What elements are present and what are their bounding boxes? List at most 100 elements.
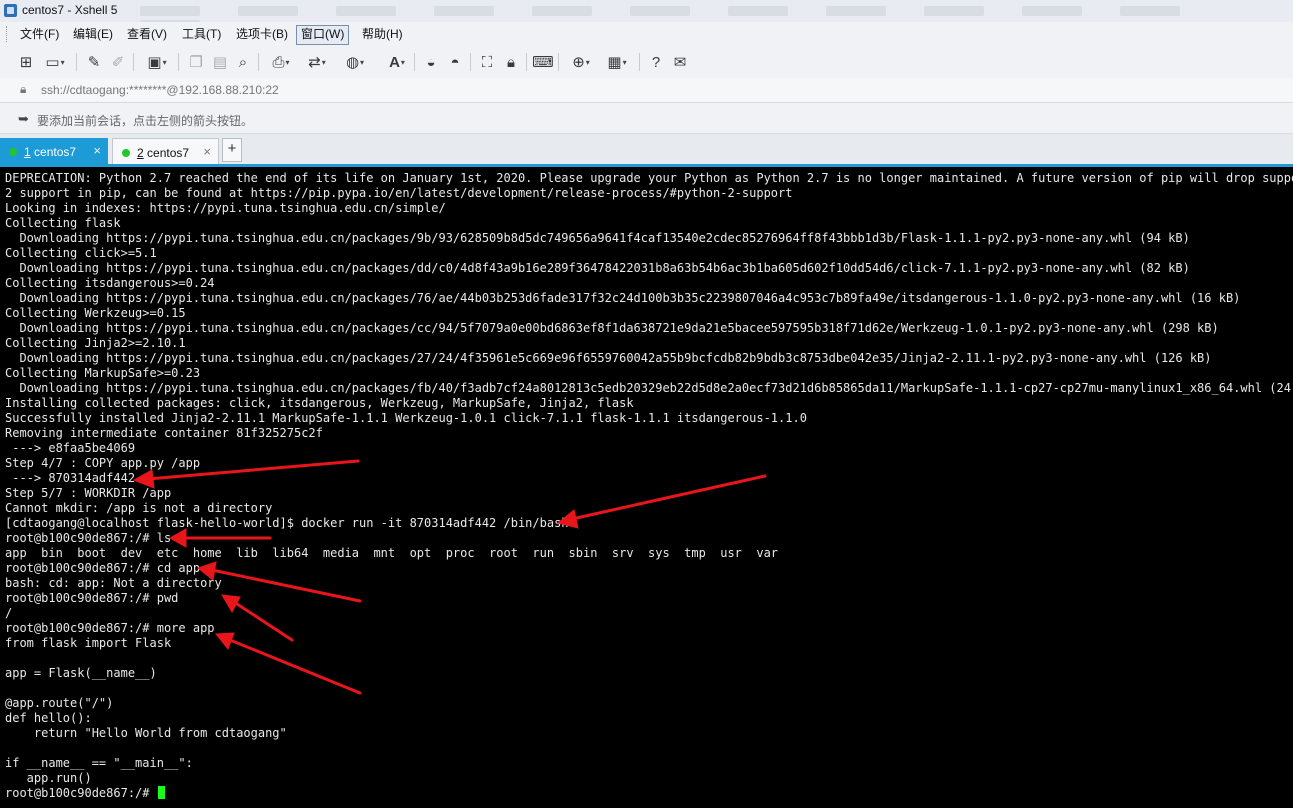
session-hint-text: 要添加当前会话，点击左侧的箭头按钮。 [37,114,254,128]
connected-status-icon [9,148,17,156]
terminal-line: app = Flask(__name__) [5,666,157,680]
terminal-line: return "Hello World from cdtaogang" [5,726,287,740]
tab-centos7-1[interactable]: 1 centos7 × [0,138,108,164]
terminal-cursor [157,786,165,799]
terminal-line: def hello(): [5,711,92,725]
reconnect-icon[interactable]: ✎ [84,52,104,72]
new-session-icon[interactable]: ⊞ [16,52,36,72]
terminal-line: Removing intermediate container 81f32527… [5,426,323,440]
menu-help[interactable]: 帮助(H) [358,25,407,43]
xshell-icon[interactable]: ◓ [445,52,465,72]
terminal-text: DEPRECATION: Python 2.7 reached the end … [5,171,1293,801]
add-tab-button[interactable]: + [222,138,242,162]
terminal-line: Collecting itsdangerous>=0.24 [5,276,215,290]
session-hint-bar: ➥ 要添加当前会话，点击左侧的箭头按钮。 [0,103,1293,134]
layout-icon[interactable]: ▦ ▾ [602,52,632,72]
tab-centos7-2[interactable]: 2 centos7 × [112,138,219,164]
find-icon[interactable]: ⌕ [233,52,253,72]
add-session-arrow-icon[interactable]: ➥ [18,111,29,127]
terminal-line: Downloading https://pypi.tuna.tsinghua.e… [5,321,1219,335]
menu-tools[interactable]: 工具(T) [178,25,225,43]
font-icon[interactable]: A ▾ [384,52,410,72]
toolbar-separator [526,53,527,71]
terminal-line: Downloading https://pypi.tuna.tsinghua.e… [5,351,1212,365]
terminal-output[interactable]: DEPRECATION: Python 2.7 reached the end … [0,167,1293,808]
terminal-line: Downloading https://pypi.tuna.tsinghua.e… [5,291,1241,305]
toolbar-separator [178,53,179,71]
terminal-line: Collecting MarkupSafe>=0.23 [5,366,201,380]
terminal-line: root@b100c90de867:/# cd app [5,561,201,575]
toolbar: ⊞ ▭ ▾ ✎ ✐ ▣ ▾ ❐ ▤ ⌕ ⎙ ▾ ⇄ ▾ ◍ ▾ A ▾ ◒ ◓ ⛶ 🔒︎ ⌨… [0,46,1293,79]
terminal-line: / [5,606,13,620]
disconnect-icon[interactable]: ✐ [108,52,128,72]
terminal-line: 2 support in pip, can be found at https:… [5,186,793,200]
terminal-line: @app.route("/") [5,696,114,710]
terminal-line: ---> 870314adf442 [5,471,136,485]
address-bar[interactable]: 🔒︎ ssh://cdtaogang:********@192.168.88.2… [0,78,1293,103]
lock-icon[interactable]: 🔒︎ [501,52,521,72]
window-title: centos7 - Xshell 5 [22,3,118,17]
tab-label: 1 centos7 [24,145,77,159]
xftp-icon[interactable]: ◒ [421,52,441,72]
toolbar-separator [470,53,471,71]
fullscreen-icon[interactable]: ⛶ [477,52,497,72]
connected-status-icon [122,149,130,157]
terminal-line: Downloading https://pypi.tuna.tsinghua.e… [5,231,1190,245]
terminal-line: Looking in indexes: https://pypi.tuna.ts… [5,201,446,215]
terminal-line: Successfully installed Jinja2-2.11.1 Mar… [5,411,807,425]
menu-file[interactable]: 文件(F) [16,25,63,43]
terminal-line: Step 4/7 : COPY app.py /app [5,456,201,470]
help-icon[interactable]: ? [646,52,666,72]
open-folder-icon[interactable]: ▭ ▾ [40,52,70,72]
tab-strip: 1 centos7 × 2 centos7 × + [0,134,1293,167]
globe-icon[interactable]: ◍ ▾ [340,52,370,72]
terminal-line: root@b100c90de867:/# pwd [5,591,179,605]
menu-bar: 文件(F) 编辑(E) 查看(V) 工具(T) 选项卡(B) 窗口(W) 帮助(… [0,22,1293,46]
terminal-line: Cannot mkdir: /app is not a directory [5,501,273,515]
toolbar-separator [76,53,77,71]
transfer-icon[interactable]: ⇄ ▾ [302,52,332,72]
toolbar-separator [258,53,259,71]
terminal-line: [cdtaogang@localhost flask-hello-world]$… [5,516,569,530]
terminal-line: bash: cd: app: Not a directory [5,576,222,590]
terminal-line: root@b100c90de867:/# ls [5,531,172,545]
toolbar-separator [414,53,415,71]
terminal-line: if __name__ == "__main__": [5,756,193,770]
close-icon[interactable]: × [203,144,211,159]
terminal-line: DEPRECATION: Python 2.7 reached the end … [5,171,1293,185]
session-address: ssh://cdtaogang:********@192.168.88.210:… [41,83,279,97]
menu-tabs[interactable]: 选项卡(B) [232,25,292,43]
title-bar: centos7 - Xshell 5 [0,0,1293,23]
menu-window[interactable]: 窗口(W) [296,25,350,45]
menu-view[interactable]: 查看(V) [123,25,171,43]
tab-label: 2 centos7 [137,146,190,160]
lock-icon: 🔒︎ [20,82,27,96]
keyboard-icon[interactable]: ⌨ [532,52,554,72]
new-tab-icon[interactable]: ⊕ ▾ [566,52,596,72]
terminal-line: Collecting Jinja2>=2.10.1 [5,336,186,350]
chat-icon[interactable]: ✉ [670,52,690,72]
terminal-line: Collecting Werkzeug>=0.15 [5,306,186,320]
taskbar-ghost-strip [140,5,1290,22]
terminal-line: ---> e8faa5be4069 [5,441,136,455]
terminal-line: Step 5/7 : WORKDIR /app [5,486,172,500]
terminal-line: root@b100c90de867:/# more app [5,621,215,635]
toolbar-separator [558,53,559,71]
toolbar-separator [639,53,640,71]
xshell-app-icon [4,4,17,17]
copy-icon[interactable]: ❐ [186,52,206,72]
terminal-line: Collecting click>=5.1 [5,246,157,260]
terminal-line: root@b100c90de867:/# [5,786,1293,801]
menu-edit[interactable]: 编辑(E) [69,25,117,43]
close-icon[interactable]: × [93,143,101,158]
terminal-line: Downloading https://pypi.tuna.tsinghua.e… [5,261,1190,275]
paste-icon[interactable]: ▤ [210,52,230,72]
terminal-line: from flask import Flask [5,636,172,650]
toolbar-separator [133,53,134,71]
properties-icon[interactable]: ▣ ▾ [142,52,172,72]
print-icon[interactable]: ⎙ ▾ [266,52,296,72]
terminal-line: app bin boot dev etc home lib lib64 medi… [5,546,779,560]
